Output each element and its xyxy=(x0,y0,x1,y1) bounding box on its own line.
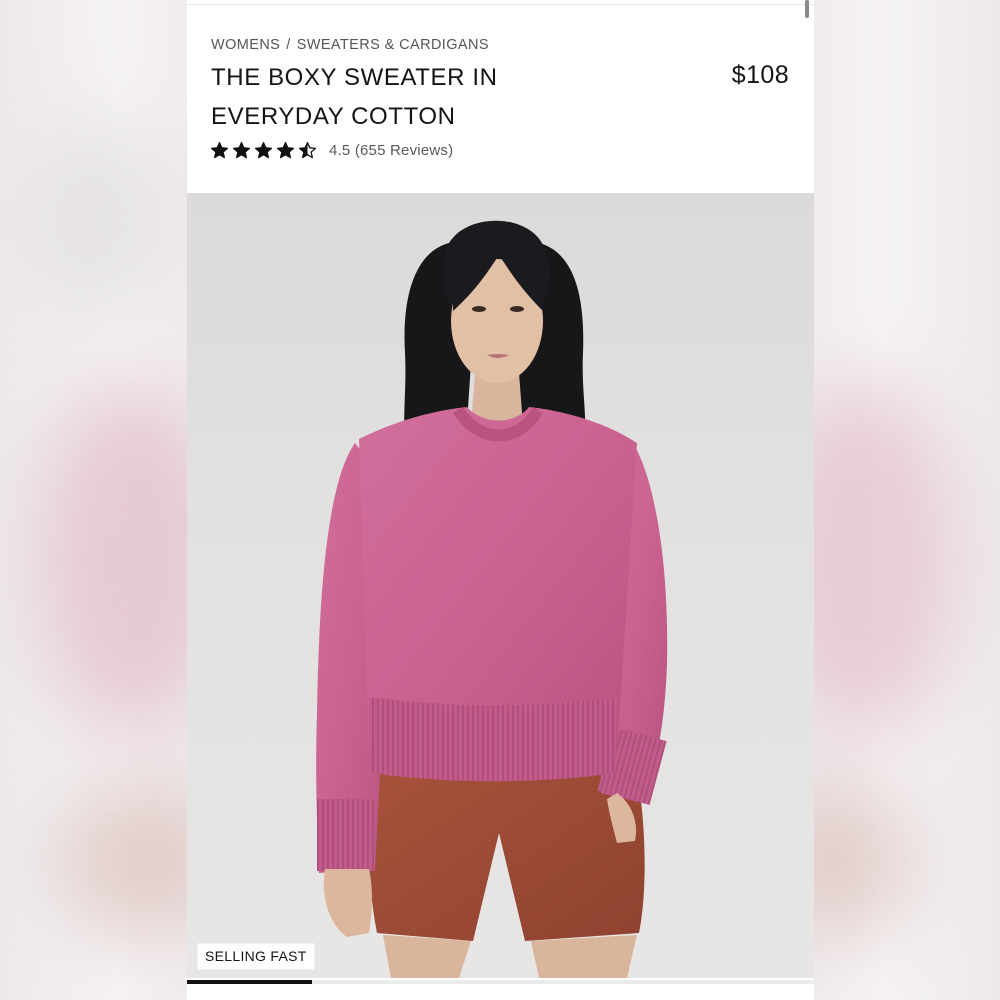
product-title: THE BOXY SWEATER IN EVERYDAY COTTON xyxy=(211,58,631,136)
star-icon xyxy=(210,141,229,159)
blurred-backdrop-right xyxy=(814,0,1000,1000)
rating-summary[interactable]: 4.5 (655 Reviews) xyxy=(329,142,453,159)
breadcrumb: WOMENS / SWEATERS & CARDIGANS xyxy=(211,37,489,53)
model-photo xyxy=(316,220,668,978)
breadcrumb-sweaters-cardigans[interactable]: SWEATERS & CARDIGANS xyxy=(297,37,489,53)
product-image[interactable]: SELLING FAST xyxy=(187,193,814,978)
star-half-icon xyxy=(298,141,317,159)
breadcrumb-separator: / xyxy=(286,37,291,53)
product-page: WOMENS / SWEATERS & CARDIGANS THE BOXY S… xyxy=(187,0,814,1000)
star-icon xyxy=(254,141,273,159)
gallery-progress-fill xyxy=(187,980,313,984)
star-icon xyxy=(276,141,295,159)
scrollbar[interactable] xyxy=(805,0,809,18)
header-divider xyxy=(187,4,814,5)
product-title-line-2: EVERYDAY COTTON xyxy=(211,103,456,130)
breadcrumb-womens[interactable]: WOMENS xyxy=(211,37,280,53)
blurred-backdrop-left xyxy=(0,0,187,1000)
gallery-progress xyxy=(187,980,814,984)
product-rating[interactable]: 4.5 (655 Reviews) xyxy=(210,141,453,160)
product-price: $108 xyxy=(731,61,789,89)
selling-fast-badge: SELLING FAST xyxy=(197,943,315,970)
rating-stars xyxy=(210,141,317,160)
star-icon xyxy=(232,141,251,159)
product-title-line-1: THE BOXY SWEATER IN xyxy=(211,64,498,91)
